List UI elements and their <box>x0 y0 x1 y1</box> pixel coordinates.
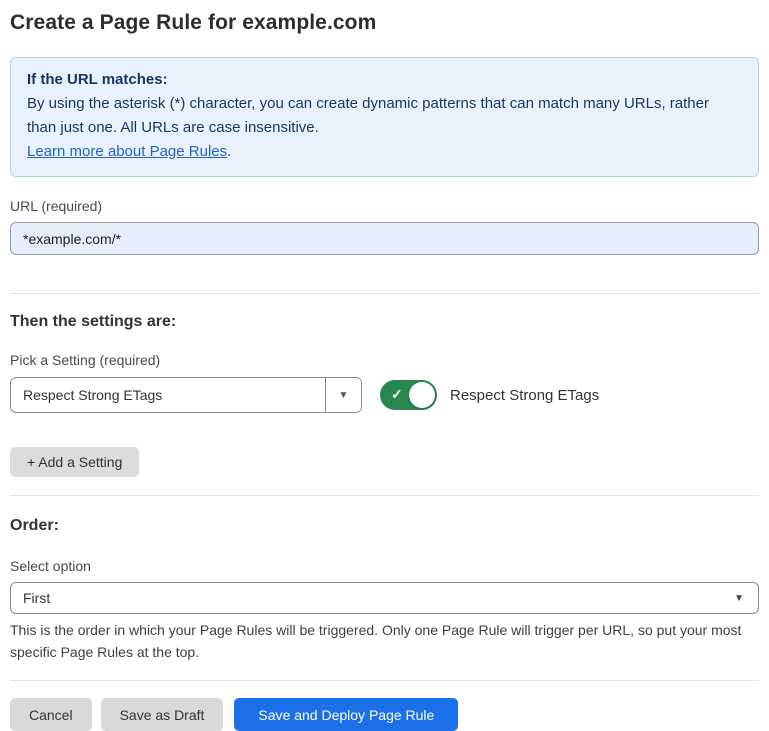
add-setting-button[interactable]: + Add a Setting <box>10 447 139 477</box>
setting-toggle-label: Respect Strong ETags <box>450 387 599 404</box>
settings-section-heading: Then the settings are: <box>10 313 759 331</box>
learn-more-link[interactable]: Learn more about Page Rules <box>27 143 227 160</box>
setting-row: Respect Strong ETags ▼ ✓ Respect Strong … <box>10 377 759 413</box>
order-section-heading: Order: <box>10 517 759 535</box>
url-input[interactable] <box>10 222 759 255</box>
section-divider <box>10 495 759 496</box>
cancel-button[interactable]: Cancel <box>10 698 92 731</box>
url-field-label: URL (required) <box>10 198 759 214</box>
order-select-label: Select option <box>10 558 759 574</box>
setting-dropdown-value: Respect Strong ETags <box>11 378 325 412</box>
pick-setting-label: Pick a Setting (required) <box>10 352 759 368</box>
order-help-text: This is the order in which your Page Rul… <box>10 619 755 663</box>
url-match-info-box: If the URL matches: By using the asteris… <box>10 57 759 177</box>
chevron-down-icon: ▼ <box>734 593 744 604</box>
link-period: . <box>227 143 231 160</box>
toggle-knob <box>409 382 435 408</box>
footer-actions: Cancel Save as Draft Save and Deploy Pag… <box>10 698 759 731</box>
check-icon: ✓ <box>391 386 403 403</box>
info-box-heading: If the URL matches: <box>27 68 742 92</box>
info-box-body: By using the asterisk (*) character, you… <box>27 92 742 140</box>
chevron-down-icon[interactable]: ▼ <box>325 378 361 412</box>
order-select[interactable]: First ▼ <box>10 582 759 614</box>
setting-toggle[interactable]: ✓ <box>380 380 437 410</box>
create-page-rule-page: Create a Page Rule for example.com If th… <box>0 11 769 731</box>
setting-dropdown[interactable]: Respect Strong ETags ▼ <box>10 377 362 413</box>
save-and-deploy-button[interactable]: Save and Deploy Page Rule <box>234 698 458 731</box>
save-as-draft-button[interactable]: Save as Draft <box>101 698 224 731</box>
order-select-value: First <box>23 590 50 606</box>
page-title: Create a Page Rule for example.com <box>10 11 759 35</box>
section-divider <box>10 293 759 294</box>
footer-divider <box>10 680 759 681</box>
setting-toggle-group: ✓ Respect Strong ETags <box>380 380 599 410</box>
info-box-link-line: Learn more about Page Rules. <box>27 140 742 164</box>
